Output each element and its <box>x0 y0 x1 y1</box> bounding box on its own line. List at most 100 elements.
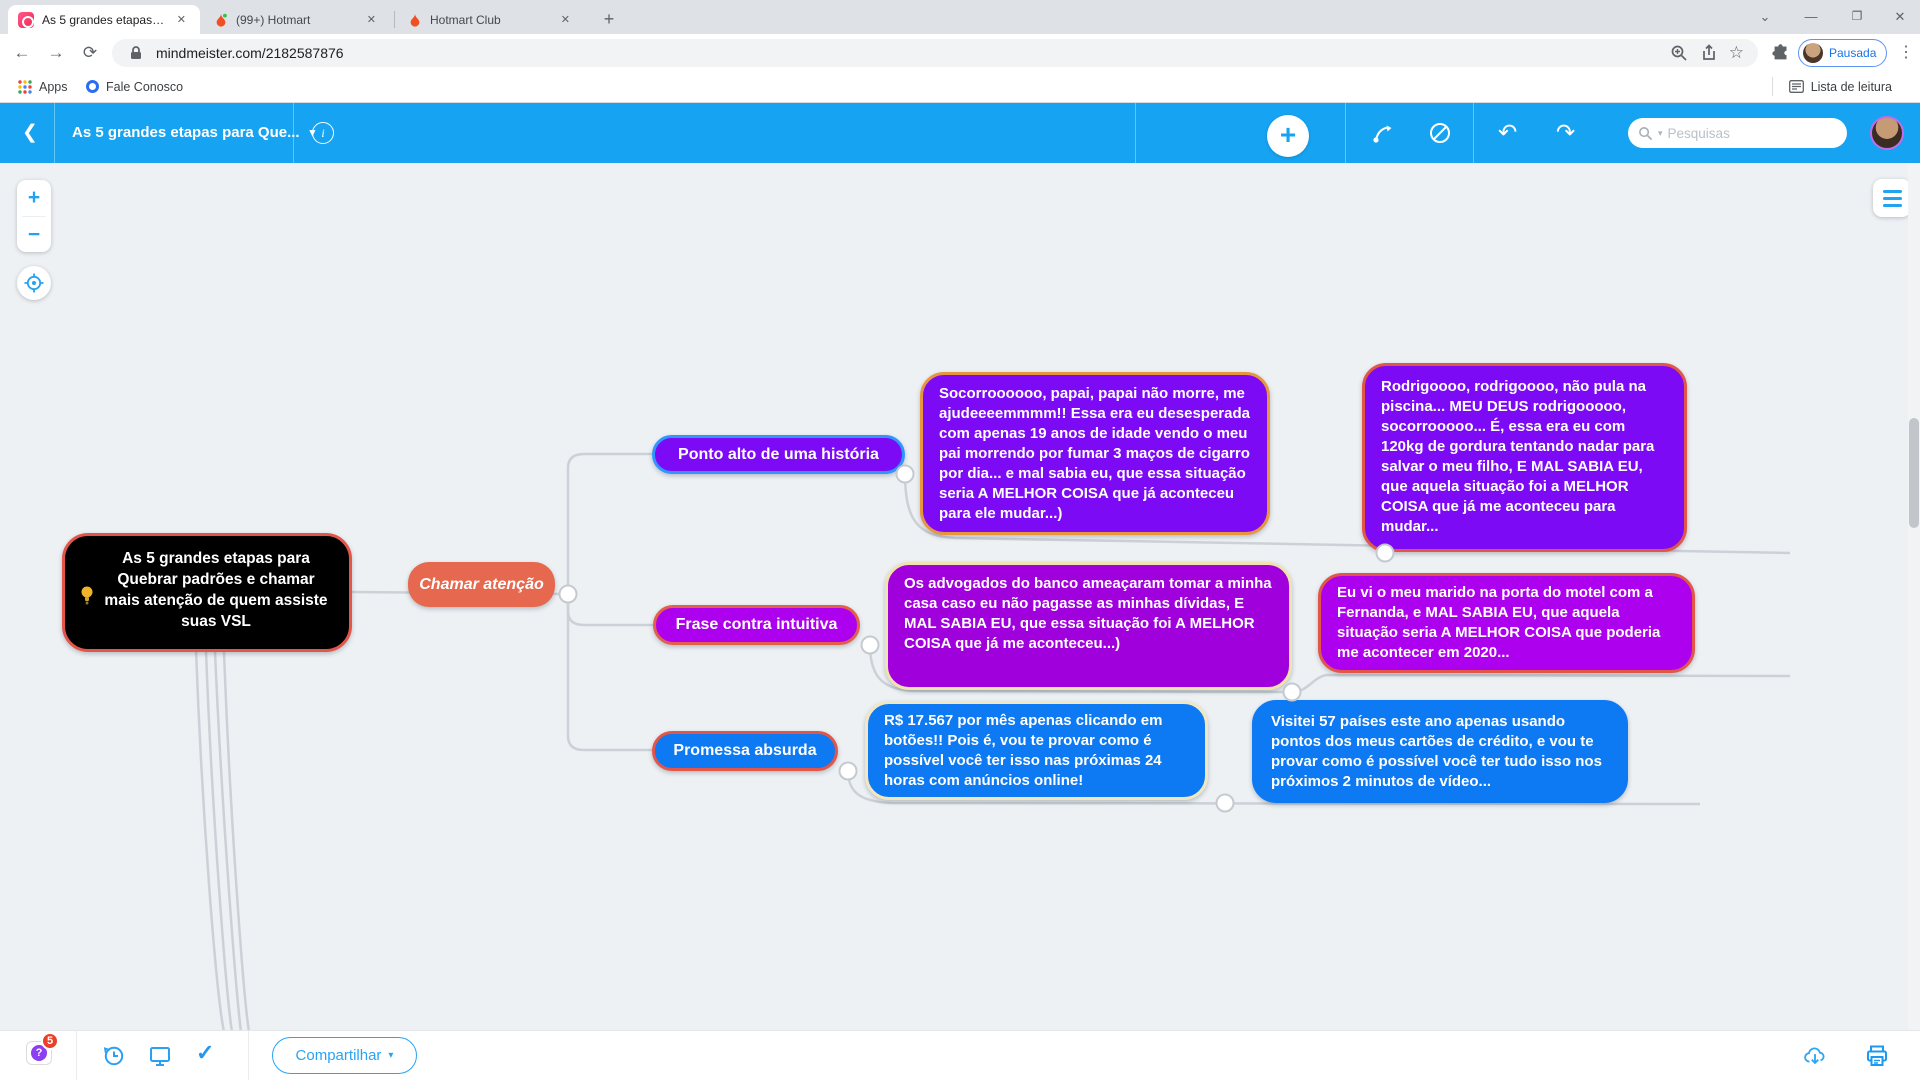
presentation-icon[interactable] <box>148 1044 172 1068</box>
avatar <box>1803 43 1823 63</box>
mindmap-node-promessa-dinheiro[interactable]: R$ 17.567 por mês apenas clicando em bot… <box>865 701 1208 800</box>
undo-icon[interactable]: ↶ <box>1498 117 1517 147</box>
bookmark-apps[interactable]: Apps <box>12 75 74 98</box>
appbar-divider <box>1473 103 1474 163</box>
share-button[interactable]: Compartilhar ▾ <box>272 1037 417 1074</box>
tab-title: (99+) Hotmart <box>236 13 355 27</box>
share-label: Compartilhar <box>296 1047 382 1064</box>
tab-close-icon[interactable]: ✕ <box>557 11 574 28</box>
zoom-out-button[interactable]: − <box>17 217 51 253</box>
tab-hotmart-club[interactable]: Hotmart Club ✕ <box>398 5 584 34</box>
back-icon[interactable]: ← <box>8 39 36 67</box>
mindmap-node-marido-story[interactable]: Eu vi o meu marido na porta do motel com… <box>1318 573 1695 673</box>
zoom-panel: + − <box>17 180 51 252</box>
mindmap-node-socorro-story[interactable]: Socorroooooo, papai, papai não morre, me… <box>920 372 1270 535</box>
page-scrollbar <box>1908 163 1920 1030</box>
mindmap-node-promessa-viagens[interactable]: Visitei 57 países este ano apenas usando… <box>1252 700 1628 803</box>
browser-window: As 5 grandes etapas para Quebra ✕ (99+) … <box>0 0 1920 1080</box>
bottom-toolbar: ? 5 ✓ Compartilhar ▾ <box>0 1030 1920 1080</box>
hotmart-favicon-icon <box>408 12 422 28</box>
history-icon[interactable] <box>101 1044 125 1068</box>
appbar-divider <box>1345 103 1346 163</box>
scrollbar-thumb[interactable] <box>1909 418 1919 528</box>
chevron-down-icon: ▾ <box>388 1050 393 1061</box>
mindmap-node-advogados-story[interactable]: Os advogados do banco ameaçaram tomar a … <box>885 562 1292 690</box>
mindmap-node-promessa-absurda[interactable]: Promessa absurda <box>652 731 838 771</box>
info-icon[interactable]: i <box>312 122 334 144</box>
tab-close-icon[interactable]: ✕ <box>173 11 190 28</box>
window-minimize-button[interactable]: — <box>1788 0 1834 33</box>
appbar-divider <box>1135 103 1136 163</box>
mindmap-node-rodrigo-story[interactable]: Rodrigoooo, rodrigoooo, não pula na pisc… <box>1362 363 1687 552</box>
fale-conosco-icon <box>86 80 99 93</box>
map-title-text: As 5 grandes etapas para Que... <box>72 103 300 163</box>
bookmark-label: Apps <box>39 80 68 94</box>
share-icon[interactable] <box>1699 43 1719 63</box>
browser-toolbar: ← → ⟳ mindmeister.com/2182587876 ☆ Pausa… <box>0 34 1920 70</box>
mindmap-node-ponto-alto[interactable]: Ponto alto de uma história <box>652 435 905 474</box>
window-maximize-button[interactable]: ❐ <box>1834 0 1880 33</box>
reading-list[interactable]: Lista de leitura <box>1783 75 1898 98</box>
divider <box>248 1031 249 1080</box>
redo-icon[interactable]: ↷ <box>1556 117 1575 147</box>
extensions-puzzle-icon[interactable] <box>1770 41 1792 63</box>
print-icon[interactable] <box>1865 1044 1889 1068</box>
map-search-input[interactable] <box>1668 126 1808 141</box>
forward-icon[interactable]: → <box>42 39 70 67</box>
reload-icon[interactable]: ⟳ <box>76 39 104 67</box>
new-tab-button[interactable]: + <box>596 7 622 33</box>
bookmark-star-icon[interactable]: ☆ <box>1729 43 1744 63</box>
lock-icon <box>126 43 146 63</box>
address-bar[interactable]: mindmeister.com/2182587876 ☆ <box>112 39 1758 67</box>
bookmark-label: Fale Conosco <box>106 80 183 94</box>
tab-close-icon[interactable]: ✕ <box>363 11 380 28</box>
connection-icon[interactable] <box>1371 121 1395 145</box>
reading-list-icon <box>1789 80 1804 93</box>
search-filter-caret-icon[interactable]: ▾ <box>1658 128 1663 139</box>
mindmap-node-chamar-atencao[interactable]: Chamar atenção <box>408 562 555 607</box>
zoom-in-button[interactable]: + <box>17 180 51 216</box>
reading-list-label: Lista de leitura <box>1811 80 1892 94</box>
zoom-page-icon[interactable] <box>1669 43 1689 63</box>
url-text: mindmeister.com/2182587876 <box>156 45 1659 61</box>
tasks-check-icon[interactable]: ✓ <box>196 1040 214 1066</box>
divider <box>76 1031 77 1080</box>
mindmap-root-node[interactable]: As 5 grandes etapas para Quebrar padrões… <box>62 533 352 652</box>
root-node-text: As 5 grandes etapas para Quebrar padrões… <box>104 550 327 630</box>
tab-title: As 5 grandes etapas para Quebra <box>42 13 165 27</box>
tab-mindmeister[interactable]: As 5 grandes etapas para Quebra ✕ <box>8 5 200 34</box>
center-map-button[interactable] <box>17 266 51 300</box>
mindmeister-favicon-icon <box>18 12 34 28</box>
cloud-download-icon[interactable] <box>1803 1044 1827 1068</box>
tab-strip: As 5 grandes etapas para Quebra ✕ (99+) … <box>0 0 1920 34</box>
mindmap-node-frase-contra-intuitiva[interactable]: Frase contra intuitiva <box>653 605 860 645</box>
tab-title: Hotmart Club <box>430 13 549 27</box>
mindmeister-appbar: ❮ As 5 grandes etapas para Que... ▾ i + … <box>0 103 1920 163</box>
back-chevron-icon[interactable]: ❮ <box>22 118 38 148</box>
tab-separator <box>394 11 395 28</box>
search-icon <box>1638 126 1653 141</box>
apps-grid-icon <box>18 80 32 94</box>
notification-badge: 5 <box>41 1032 59 1050</box>
map-menu-button[interactable] <box>1873 179 1911 217</box>
profile-label: Pausada <box>1829 46 1876 60</box>
bookmarks-divider <box>1772 77 1773 96</box>
appbar-divider <box>54 103 55 163</box>
appbar-divider <box>293 103 294 163</box>
kebab-menu-icon[interactable]: ⋮ <box>1892 39 1920 67</box>
map-title-dropdown[interactable]: As 5 grandes etapas para Que... ▾ <box>72 103 315 163</box>
tab-search-chevron-icon[interactable]: ⌄ <box>1742 0 1788 33</box>
user-avatar[interactable] <box>1870 116 1904 150</box>
mindmap-canvas[interactable]: As 5 grandes etapas para Quebrar padrões… <box>0 163 1920 1030</box>
add-node-button[interactable]: + <box>1267 115 1309 157</box>
hotmart-favicon-icon <box>214 12 228 28</box>
window-close-button[interactable]: ✕ <box>1880 0 1920 33</box>
bookmarks-bar: Apps Fale Conosco Lista de leitura <box>0 70 1920 103</box>
boundary-block-icon[interactable] <box>1428 121 1452 145</box>
crosshair-icon <box>23 272 45 294</box>
tab-hotmart[interactable]: (99+) Hotmart ✕ <box>204 5 390 34</box>
bookmark-fale-conosco[interactable]: Fale Conosco <box>80 75 189 98</box>
map-search-box[interactable]: ▾ <box>1628 118 1847 148</box>
lightbulb-icon <box>80 585 94 606</box>
profile-chip[interactable]: Pausada <box>1798 39 1887 67</box>
